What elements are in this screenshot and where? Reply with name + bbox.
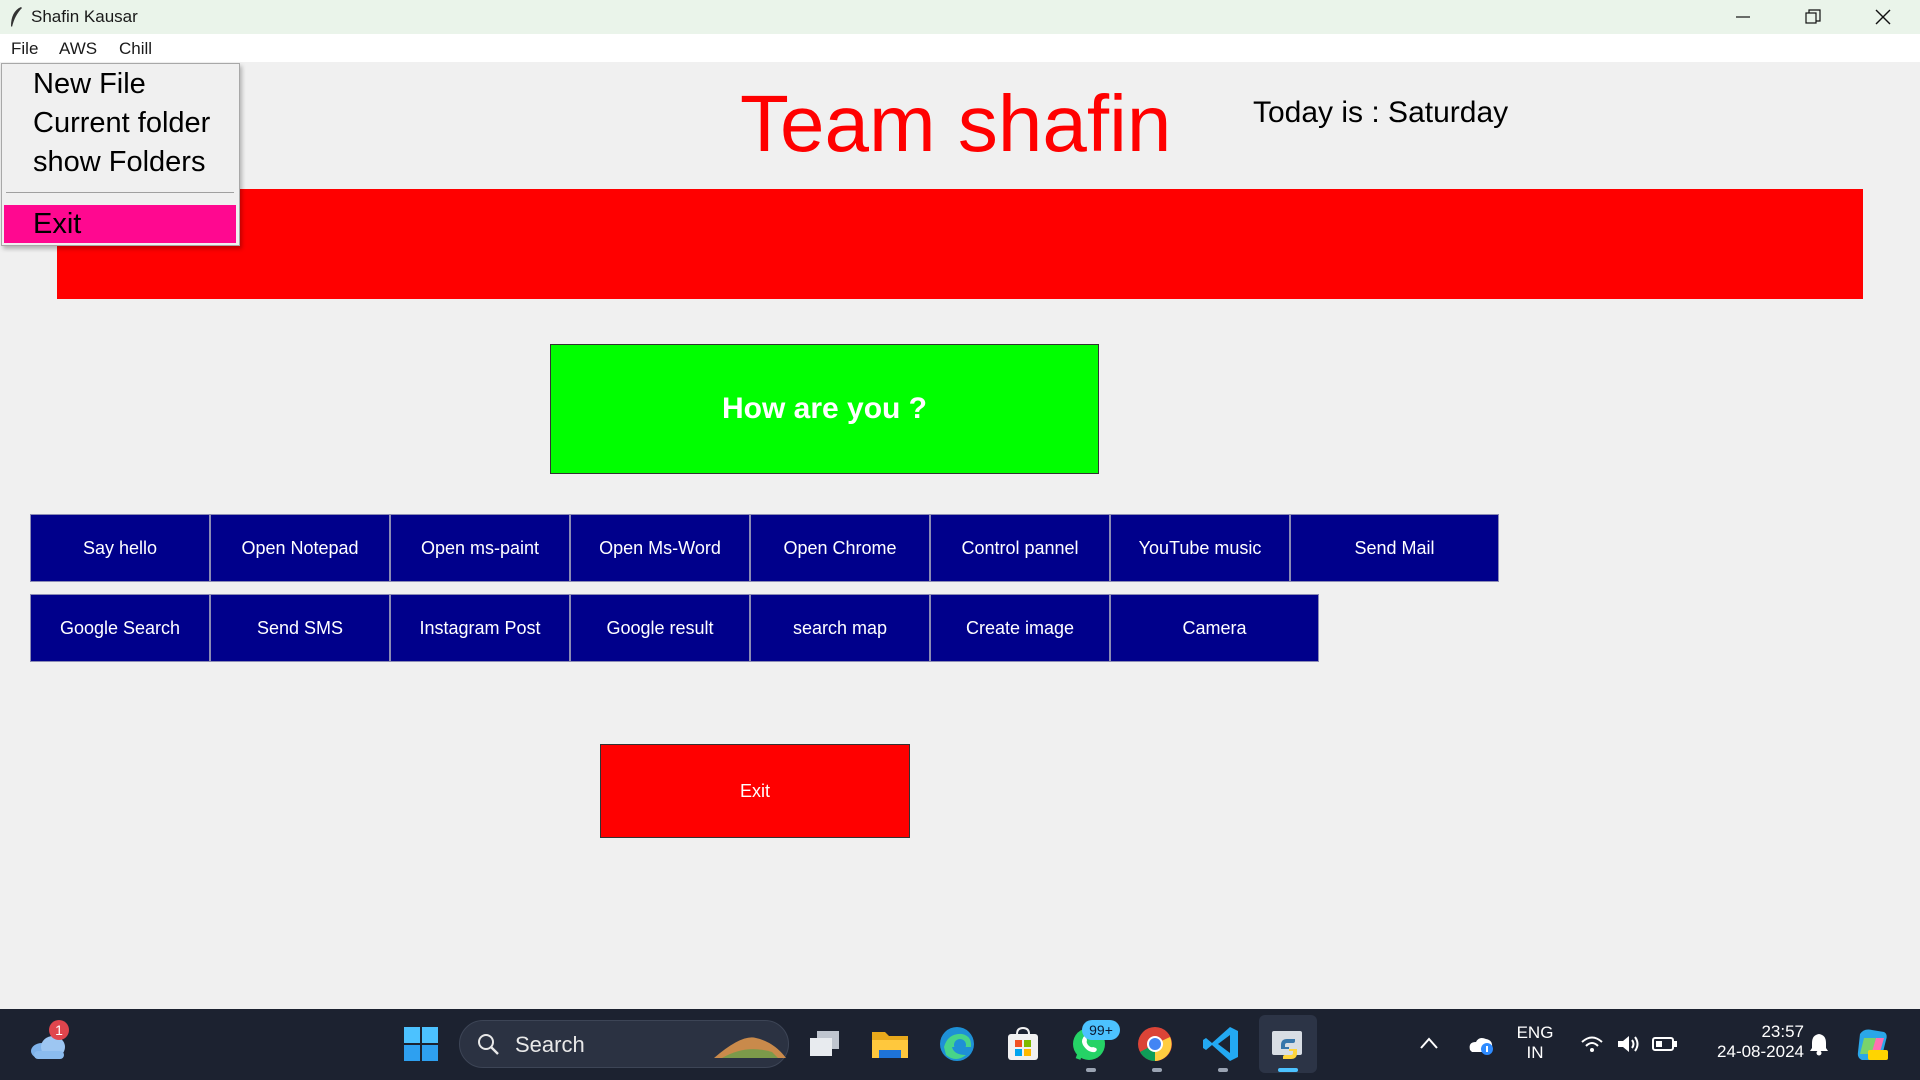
camera-button[interactable]: Camera xyxy=(1110,594,1319,662)
menu-item-show-folders[interactable]: show Folders xyxy=(33,146,205,179)
create-image-button[interactable]: Create image xyxy=(930,594,1110,662)
how-are-you-button[interactable]: How are you ? xyxy=(550,344,1099,474)
running-indicator xyxy=(1218,1068,1228,1072)
open-notepad-button[interactable]: Open Notepad xyxy=(210,514,390,582)
vscode-icon xyxy=(1203,1027,1238,1061)
vscode-button[interactable] xyxy=(1201,1024,1241,1064)
running-indicator xyxy=(1152,1068,1162,1072)
menu-file[interactable]: File xyxy=(11,39,38,59)
language-secondary: IN xyxy=(1526,1043,1544,1062)
bell-icon[interactable] xyxy=(1808,1032,1830,1056)
whatsapp-badge: 99+ xyxy=(1082,1020,1120,1040)
menu-item-current-folder[interactable]: Current folder xyxy=(33,107,210,140)
windows-icon xyxy=(404,1027,438,1061)
language-indicator[interactable]: ENG IN xyxy=(1512,1023,1558,1063)
chrome-button[interactable] xyxy=(1135,1024,1175,1064)
menu-chill[interactable]: Chill xyxy=(119,39,152,59)
start-button[interactable] xyxy=(401,1024,441,1064)
python-icon xyxy=(1272,1031,1302,1059)
menu-item-new-file[interactable]: New File xyxy=(33,68,146,101)
menu-separator xyxy=(6,192,234,193)
red-banner xyxy=(57,189,1863,299)
python-app-button[interactable] xyxy=(1268,1024,1308,1064)
send-mail-button[interactable]: Send Mail xyxy=(1290,514,1499,582)
control-panel-button[interactable]: Control pannel xyxy=(930,514,1110,582)
edge-button[interactable] xyxy=(937,1024,977,1064)
open-ms-word-button[interactable]: Open Ms-Word xyxy=(570,514,750,582)
running-indicator xyxy=(1086,1068,1096,1072)
minimize-icon xyxy=(1736,16,1750,18)
google-search-button[interactable]: Google Search xyxy=(30,594,210,662)
store-button[interactable] xyxy=(1003,1024,1043,1064)
search-map-button[interactable]: search map xyxy=(750,594,930,662)
chrome-icon xyxy=(1138,1027,1172,1061)
copilot-icon[interactable] xyxy=(1854,1026,1890,1062)
folder-icon xyxy=(872,1032,908,1058)
chevron-up-icon[interactable] xyxy=(1419,1036,1439,1050)
google-result-button[interactable]: Google result xyxy=(570,594,750,662)
task-view-button[interactable] xyxy=(805,1024,845,1064)
minimize-button[interactable] xyxy=(1708,0,1778,34)
file-dropdown-menu: New File Current folder show Folders Exi… xyxy=(1,63,240,246)
feather-icon xyxy=(11,7,22,27)
restore-icon xyxy=(1805,9,1821,24)
language-primary: ENG xyxy=(1516,1023,1554,1042)
open-ms-paint-button[interactable]: Open ms-paint xyxy=(390,514,570,582)
edge-icon xyxy=(940,1027,974,1061)
send-sms-button[interactable]: Send SMS xyxy=(210,594,390,662)
title-bar xyxy=(0,0,1920,34)
page-title: Team shafin xyxy=(740,79,1172,168)
clock-date: 24-08-2024 xyxy=(1717,1042,1804,1061)
search-placeholder: Search xyxy=(515,1032,585,1057)
file-explorer-button[interactable] xyxy=(870,1024,910,1064)
battery-icon[interactable] xyxy=(1652,1035,1678,1053)
menu-item-exit[interactable]: Exit xyxy=(33,208,81,241)
restore-button[interactable] xyxy=(1778,0,1848,34)
onedrive-icon[interactable] xyxy=(1466,1032,1494,1056)
search-highlight-icon xyxy=(714,1037,786,1058)
search-icon xyxy=(478,1034,499,1055)
window-title: Shafin Kausar xyxy=(31,7,138,26)
active-indicator xyxy=(1278,1068,1298,1072)
menu-bar xyxy=(0,34,1920,62)
instagram-post-button[interactable]: Instagram Post xyxy=(390,594,570,662)
clock-time: 23:57 xyxy=(1761,1022,1804,1041)
volume-icon[interactable] xyxy=(1616,1033,1642,1055)
today-label: Today is : Saturday xyxy=(1253,96,1509,129)
close-icon xyxy=(1875,9,1891,25)
action-row-2: Google Search Send SMS Instagram Post Go… xyxy=(30,594,1319,662)
action-row-1: Say hello Open Notepad Open ms-paint Ope… xyxy=(30,514,1499,582)
store-icon xyxy=(1008,1026,1038,1060)
wifi-icon[interactable] xyxy=(1580,1034,1604,1054)
close-button[interactable] xyxy=(1848,0,1918,34)
task-view-icon xyxy=(810,1031,839,1056)
weather-badge: 1 xyxy=(49,1020,69,1040)
exit-button[interactable]: Exit xyxy=(600,744,910,838)
open-chrome-button[interactable]: Open Chrome xyxy=(750,514,930,582)
say-hello-button[interactable]: Say hello xyxy=(30,514,210,582)
menu-aws[interactable]: AWS xyxy=(59,39,97,59)
youtube-music-button[interactable]: YouTube music xyxy=(1110,514,1290,582)
clock[interactable]: 23:57 24-08-2024 xyxy=(1692,1022,1804,1062)
